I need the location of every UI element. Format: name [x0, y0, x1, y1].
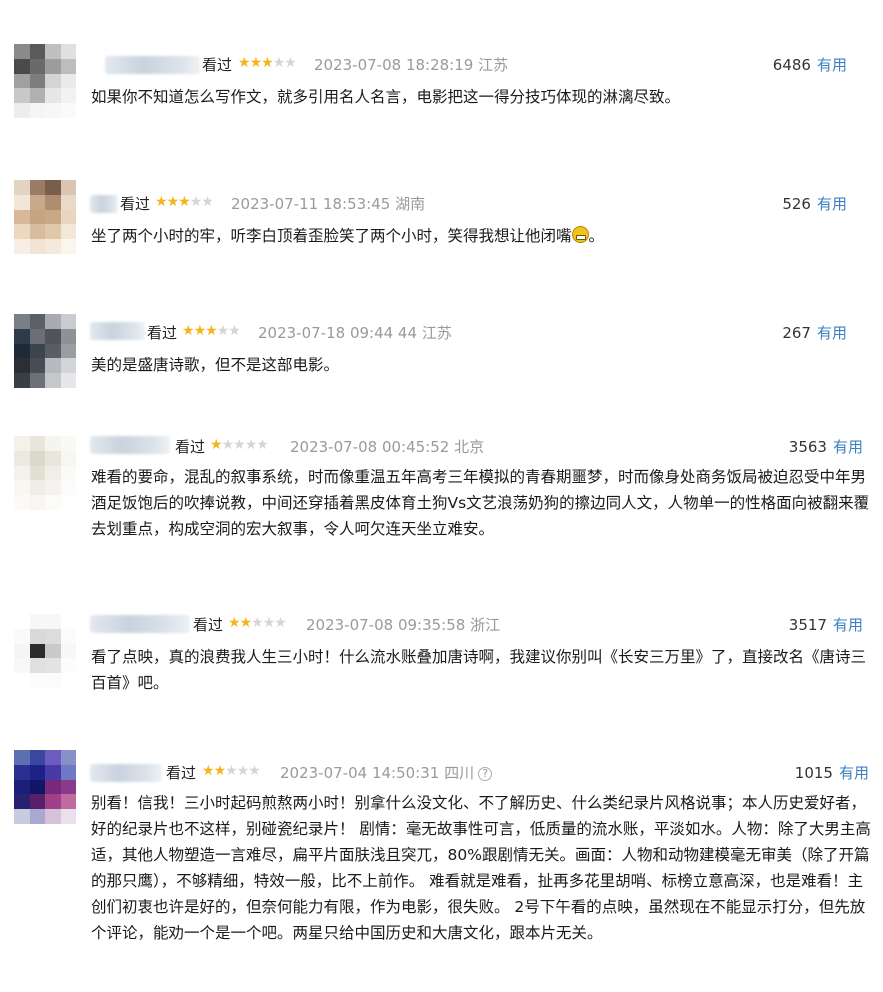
- avatar-mosaic-cell: [60, 809, 76, 824]
- star-empty-icon: ★: [236, 763, 250, 779]
- useful-button[interactable]: 有用: [839, 764, 869, 782]
- watched-label: 看过: [166, 764, 197, 782]
- comment-meta: 2023-07-04 14:50:31 四川?: [280, 762, 493, 783]
- rating-stars: ★★★★★: [202, 763, 261, 779]
- vote-count: 1015: [794, 764, 833, 782]
- comment-datetime: 2023-07-04 14:50:31: [280, 764, 440, 782]
- star-empty-icon: ★: [248, 763, 261, 779]
- avatar-mosaic-cell: [14, 809, 30, 824]
- comment-location: 四川: [444, 764, 475, 782]
- avatar-mosaic-cell: [29, 794, 45, 810]
- comment-item: 看过 ★★★★★ 2023-07-04 14:50:31 四川? 1015 有用 …: [0, 0, 883, 992]
- avatar-mosaic-cell: [45, 809, 61, 824]
- avatar[interactable]: [14, 750, 76, 824]
- avatar-mosaic-cell: [29, 779, 45, 795]
- avatar-mosaic-cell: [60, 794, 76, 810]
- avatar-mosaic-cell: [14, 779, 30, 795]
- avatar-mosaic-cell: [45, 750, 61, 765]
- avatar-mosaic-cell: [29, 764, 45, 780]
- vote-area: 1015 有用: [795, 762, 869, 783]
- username-blurred[interactable]: [90, 764, 162, 782]
- avatar-mosaic-cell: [45, 794, 61, 810]
- avatar-mosaic-cell: [45, 779, 61, 795]
- avatar-mosaic-cell: [14, 794, 30, 810]
- avatar-mosaic-cell: [29, 809, 45, 824]
- avatar-mosaic-cell: [60, 750, 76, 765]
- avatar-mosaic-cell: [29, 750, 45, 765]
- star-filled-icon: ★: [202, 763, 215, 779]
- avatar-mosaic-cell: [14, 750, 30, 765]
- avatar-mosaic-cell: [14, 764, 30, 780]
- avatar-mosaic-cell: [60, 779, 76, 795]
- star-filled-icon: ★: [213, 763, 227, 779]
- question-icon[interactable]: ?: [478, 767, 493, 781]
- comment-text: 别看！信我！三小时起码煎熬两小时！别拿什么没文化、不了解历史、什么类纪录片风格说…: [91, 794, 871, 942]
- avatar-mosaic-cell: [60, 764, 76, 780]
- star-empty-icon: ★: [225, 763, 238, 779]
- avatar-mosaic-cell: [45, 764, 61, 780]
